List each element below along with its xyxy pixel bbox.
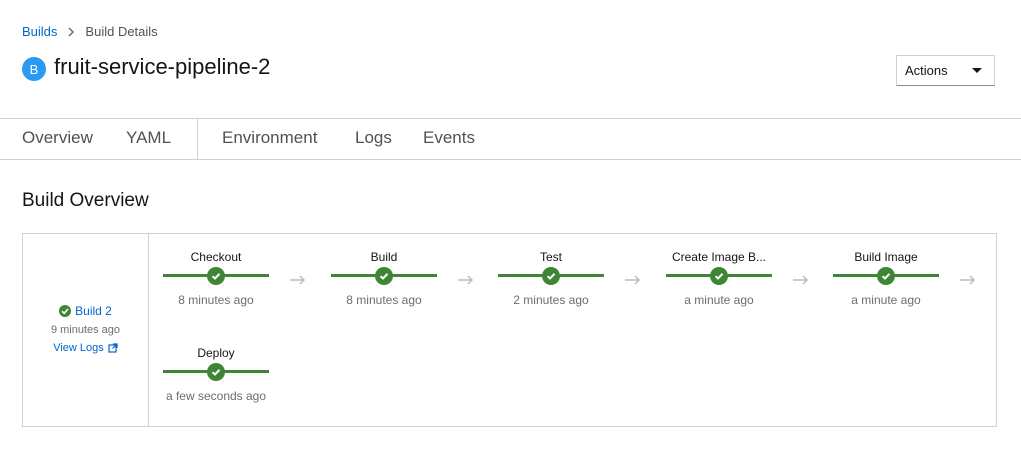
breadcrumb-current: Build Details xyxy=(85,24,158,39)
breadcrumb-builds-link[interactable]: Builds xyxy=(22,24,57,39)
external-link-icon xyxy=(108,343,118,353)
arrow-right-icon xyxy=(960,275,976,285)
actions-label: Actions xyxy=(905,63,948,78)
build-status-link[interactable]: Build 2 xyxy=(23,304,148,318)
check-icon xyxy=(877,267,895,285)
check-icon xyxy=(207,267,225,285)
resource-badge: B xyxy=(22,57,46,81)
arrow-right-icon xyxy=(625,275,641,285)
build-name: Build 2 xyxy=(75,304,112,318)
tab-events[interactable]: Events xyxy=(423,128,475,148)
task-time: 8 minutes ago xyxy=(346,293,422,307)
build-summary: Build 2 9 minutes ago View Logs xyxy=(23,234,149,426)
task-time: 8 minutes ago xyxy=(178,293,254,307)
arrow-right-icon xyxy=(458,275,474,285)
task-name: Build xyxy=(370,250,398,264)
task-time: a minute ago xyxy=(684,293,754,307)
page-title: fruit-service-pipeline-2 xyxy=(54,54,271,79)
check-icon xyxy=(542,267,560,285)
page-header: B fruit-service-pipeline-2 xyxy=(22,53,270,81)
task-name: Checkout xyxy=(190,250,242,264)
section-title: Build Overview xyxy=(22,190,149,211)
check-icon xyxy=(207,363,225,381)
view-logs-link[interactable]: View Logs xyxy=(23,342,148,354)
breadcrumb: Builds Build Details xyxy=(22,24,158,39)
task-name: Deploy xyxy=(197,346,235,360)
arrow-right-icon xyxy=(793,275,809,285)
task-time: a minute ago xyxy=(851,293,921,307)
task-time: a few seconds ago xyxy=(165,389,267,403)
chevron-right-icon xyxy=(68,26,75,37)
tab-yaml[interactable]: YAML xyxy=(126,128,171,148)
tab-divider xyxy=(197,119,198,159)
task-name: Test xyxy=(539,250,562,264)
task-name: Create Image B... xyxy=(671,250,767,264)
tab-logs[interactable]: Logs xyxy=(355,128,392,148)
build-overview-panel: Build 2 9 minutes ago View Logs Checkout… xyxy=(22,233,997,427)
check-circle-icon xyxy=(59,305,72,317)
tab-overview[interactable]: Overview xyxy=(22,128,93,148)
actions-dropdown[interactable]: Actions xyxy=(896,55,995,86)
tab-bar: Overview YAML Environment Logs Events xyxy=(0,118,1021,160)
arrow-right-icon xyxy=(290,275,306,285)
build-time: 9 minutes ago xyxy=(50,324,121,336)
tab-environment[interactable]: Environment xyxy=(222,128,317,148)
task-name: Build Image xyxy=(854,250,918,264)
check-icon xyxy=(710,267,728,285)
caret-down-icon xyxy=(972,68,982,73)
check-icon xyxy=(375,267,393,285)
view-logs-label: View Logs xyxy=(53,342,104,354)
task-time: 2 minutes ago xyxy=(513,293,589,307)
